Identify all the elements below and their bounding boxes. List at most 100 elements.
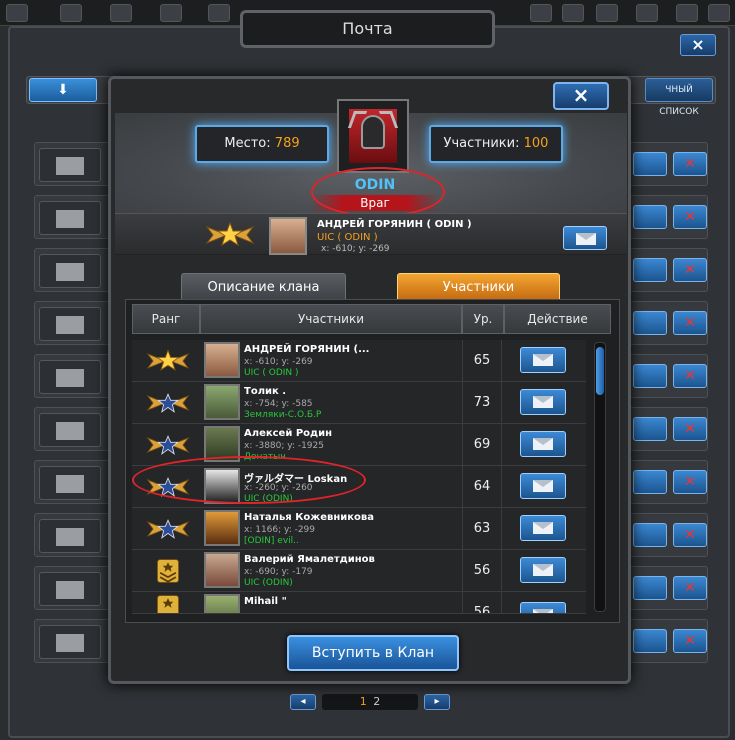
- tab-clan-description[interactable]: Описание клана: [181, 273, 346, 301]
- clan-name: ODIN: [354, 177, 396, 193]
- member-level: 69: [462, 424, 502, 465]
- prev-page-button[interactable]: ◂: [290, 694, 316, 710]
- member-row[interactable]: Валерий Ямалетдинов x: -690; y: -179 UIC…: [132, 550, 586, 592]
- fullscreen-icon[interactable]: [530, 4, 552, 22]
- scrollbar-thumb[interactable]: [596, 347, 604, 395]
- mail-close-button[interactable]: ×: [680, 34, 716, 56]
- member-avatar[interactable]: [204, 552, 240, 588]
- clan-emblem: [337, 99, 409, 173]
- member-name: Валерий Ямалетдинов: [244, 554, 375, 565]
- member-name: Наталья Кожевникова: [244, 512, 374, 523]
- member-name: Mihail ": [244, 596, 287, 607]
- clan-modal: × Место: 789 Участники: 100 ODIN Враг АН…: [108, 76, 631, 684]
- member-name: АНДРЕЙ ГОРЯНИН (...: [244, 344, 370, 355]
- list-button[interactable]: ЧНЫЙ СПИСОК: [645, 78, 713, 117]
- delete-mail-button[interactable]: ✕: [673, 523, 707, 547]
- message-member-button[interactable]: [520, 431, 566, 457]
- member-row[interactable]: Наталья Кожевникова x: 1166; y: -299 [OD…: [132, 508, 586, 550]
- member-level: 73: [462, 382, 502, 423]
- open-mail-button[interactable]: [633, 311, 667, 335]
- delete-mail-button[interactable]: ✕: [673, 629, 707, 653]
- envelope-icon: [533, 522, 553, 534]
- members-value: 100: [523, 136, 549, 151]
- menu-icon[interactable]: [6, 4, 28, 22]
- member-level: 63: [462, 508, 502, 549]
- eye-icon[interactable]: [596, 4, 618, 22]
- open-mail-button[interactable]: [633, 152, 667, 176]
- member-coords: x: -690; y: -179: [244, 567, 313, 577]
- member-avatar[interactable]: [204, 510, 240, 546]
- members-scrollbar[interactable]: [594, 342, 606, 612]
- next-page-button[interactable]: ▸: [424, 694, 450, 710]
- page-link[interactable]: 2: [373, 695, 380, 708]
- member-row[interactable]: Алексей Родин x: -3880; y: -1925 Донатыч…: [132, 424, 586, 466]
- member-name: Толик .: [244, 386, 287, 397]
- message-member-button[interactable]: [520, 473, 566, 499]
- member-avatar[interactable]: [204, 384, 240, 420]
- member-level: 56: [462, 592, 502, 613]
- download-button[interactable]: ⬇: [29, 78, 97, 102]
- leader-mail-button[interactable]: [563, 226, 607, 250]
- exit-icon[interactable]: [708, 4, 730, 22]
- member-avatar[interactable]: [204, 426, 240, 462]
- open-mail-button[interactable]: [633, 629, 667, 653]
- member-clan: [ODIN] evil..: [244, 536, 299, 546]
- open-mail-button[interactable]: [633, 576, 667, 600]
- member-avatar[interactable]: [204, 342, 240, 378]
- open-mail-button[interactable]: [633, 258, 667, 282]
- message-member-button[interactable]: [520, 389, 566, 415]
- delete-mail-button[interactable]: ✕: [673, 311, 707, 335]
- open-mail-button[interactable]: [633, 470, 667, 494]
- member-coords: x: 1166; y: -299: [244, 525, 316, 535]
- open-mail-button[interactable]: [633, 417, 667, 441]
- delete-mail-button[interactable]: ✕: [673, 258, 707, 282]
- member-coords: x: -754; y: -585: [244, 399, 313, 409]
- leader-avatar[interactable]: [269, 217, 307, 255]
- clan-header: Место: 789 Участники: 100 ODIN Враг: [115, 99, 627, 217]
- message-member-button[interactable]: [520, 347, 566, 373]
- member-clan: UIC (ODIN): [244, 494, 293, 504]
- member-row[interactable]: ヴァルダマー Loskan x: -260; y: -260 UIC (ODIN…: [132, 466, 586, 508]
- clan-status-badge: Враг: [311, 195, 439, 211]
- silver-wings-star-icon: [146, 393, 190, 413]
- open-mail-button[interactable]: [633, 523, 667, 547]
- leader-clan: UIC ( ODIN ): [317, 232, 378, 243]
- silver-wings-star-icon: [146, 519, 190, 539]
- delete-mail-button[interactable]: ✕: [673, 152, 707, 176]
- star-icon[interactable]: [60, 4, 82, 22]
- envelope-icon: [576, 233, 596, 245]
- chart-icon[interactable]: [160, 4, 182, 22]
- modal-close-button[interactable]: ×: [553, 82, 609, 110]
- settings-icon[interactable]: [676, 4, 698, 22]
- delete-mail-button[interactable]: ✕: [673, 470, 707, 494]
- tab-members[interactable]: Участники: [397, 273, 560, 301]
- open-mail-button[interactable]: [633, 205, 667, 229]
- members-panel: Ранг Участники Ур. Действие АНДРЕЙ ГОРЯН…: [125, 299, 620, 623]
- message-member-button[interactable]: [520, 515, 566, 541]
- flag-icon[interactable]: [636, 4, 658, 22]
- building-icon[interactable]: [110, 4, 132, 22]
- member-avatar[interactable]: [204, 468, 240, 504]
- place-stat: Место: 789: [195, 125, 329, 163]
- member-coords: x: -3880; y: -1925: [244, 441, 324, 451]
- leader-coords: x: -610; y: -269: [321, 244, 390, 254]
- message-member-button[interactable]: [520, 557, 566, 583]
- member-row[interactable]: Mihail " 56: [132, 592, 586, 614]
- member-row[interactable]: АНДРЕЙ ГОРЯНИН (... x: -610; y: -269 UIC…: [132, 340, 586, 382]
- delete-mail-button[interactable]: ✕: [673, 205, 707, 229]
- join-clan-button[interactable]: Вступить в Клан: [287, 635, 459, 671]
- delete-mail-button[interactable]: ✕: [673, 576, 707, 600]
- members-label: Участники:: [443, 136, 520, 151]
- envelope-icon: [533, 609, 553, 613]
- sound-icon[interactable]: [562, 4, 584, 22]
- envelope-icon: [39, 572, 101, 606]
- member-row[interactable]: Толик . x: -754; y: -585 Земляки-С.О.Б.Р…: [132, 382, 586, 424]
- open-mail-button[interactable]: [633, 364, 667, 388]
- member-coords: x: -610; y: -269: [244, 357, 313, 367]
- map-icon[interactable]: [208, 4, 230, 22]
- message-member-button[interactable]: [520, 602, 566, 613]
- member-name: Алексей Родин: [244, 428, 333, 439]
- delete-mail-button[interactable]: ✕: [673, 364, 707, 388]
- member-avatar[interactable]: [204, 594, 240, 613]
- delete-mail-button[interactable]: ✕: [673, 417, 707, 441]
